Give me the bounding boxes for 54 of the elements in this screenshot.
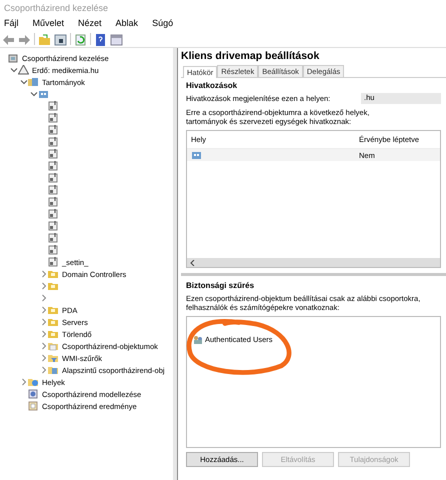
- globe-folder-icon: [28, 377, 39, 387]
- folder-icon: [48, 305, 59, 315]
- help-icon[interactable]: [94, 32, 107, 46]
- panel-title: Kliens drivemap beállítások: [181, 50, 320, 63]
- collapse-chevron-icon[interactable]: [30, 90, 38, 98]
- document-icon: [48, 197, 59, 207]
- expand-chevron-icon[interactable]: [40, 354, 48, 362]
- section-heading: Hivatkozások: [186, 80, 238, 90]
- section-heading: Biztonsági szűrés: [186, 281, 256, 291]
- expand-chevron-icon[interactable]: [20, 378, 28, 386]
- document-icon: [48, 125, 59, 135]
- document-icon: [48, 173, 59, 183]
- expand-chevron-icon[interactable]: [40, 306, 48, 314]
- menu-item[interactable]: Ablak: [116, 18, 138, 31]
- folder-icon: [48, 341, 59, 351]
- expand-chevron-icon[interactable]: [40, 366, 48, 374]
- expand-chevron-icon[interactable]: [40, 270, 48, 278]
- folder-icon: [48, 329, 59, 339]
- document-icon: [48, 101, 59, 111]
- document-icon: [48, 221, 59, 231]
- forward-arrow-icon[interactable]: [18, 32, 31, 46]
- document-icon: [48, 233, 59, 243]
- back-arrow-icon[interactable]: [2, 32, 15, 46]
- expand-chevron-icon[interactable]: [40, 294, 48, 302]
- users-icon: [193, 334, 203, 345]
- document-icon: [48, 137, 59, 147]
- folder-icon: [48, 281, 59, 291]
- menu-item[interactable]: Nézet: [78, 18, 102, 31]
- menu-item[interactable]: Súgó: [152, 18, 174, 31]
- folder-icon: [48, 365, 59, 375]
- folder-icon: [48, 269, 59, 279]
- expand-chevron-icon[interactable]: [40, 282, 48, 290]
- menu-item[interactable]: Fájl: [4, 18, 19, 31]
- expand-chevron-icon[interactable]: [40, 330, 48, 338]
- document-icon: [48, 113, 59, 123]
- collapse-chevron-icon[interactable]: [10, 66, 18, 74]
- document-icon: [48, 161, 59, 171]
- document-icon: [48, 245, 59, 255]
- expand-chevron-icon[interactable]: [40, 318, 48, 326]
- collapse-chevron-icon[interactable]: [20, 78, 28, 86]
- document-icon: [48, 149, 59, 159]
- folder-icon: [48, 317, 59, 327]
- horizontal-scrollbar[interactable]: [187, 258, 440, 268]
- pane-icon[interactable]: [54, 32, 67, 46]
- window-title: Csoportházirend kezelése: [3, 2, 110, 15]
- document-icon: [48, 185, 59, 195]
- document-icon: [48, 257, 59, 267]
- triangle-icon: [18, 65, 29, 75]
- scroll-left-icon[interactable]: [190, 260, 196, 266]
- document-icon: [48, 209, 59, 219]
- folder-icon: [48, 353, 59, 363]
- expand-chevron-icon[interactable]: [40, 342, 48, 350]
- refresh-icon[interactable]: [74, 32, 87, 46]
- menu-item[interactable]: Művelet: [32, 18, 64, 31]
